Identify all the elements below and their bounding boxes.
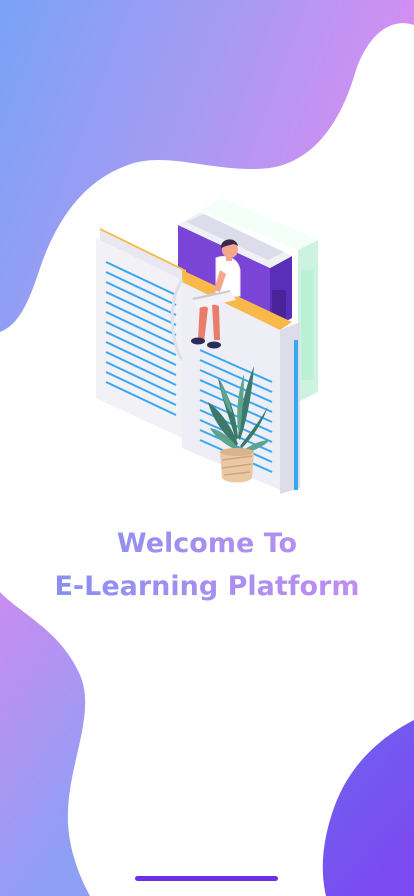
- splash-screen: Welcome To E-Learning Platform: [0, 0, 414, 896]
- welcome-title: Welcome To E-Learning Platform: [0, 522, 414, 608]
- hero-illustration: [96, 198, 318, 494]
- welcome-title-line1: Welcome To: [116, 528, 298, 559]
- welcome-title-line2: E-Learning Platform: [54, 571, 360, 602]
- home-indicator[interactable]: [135, 876, 278, 881]
